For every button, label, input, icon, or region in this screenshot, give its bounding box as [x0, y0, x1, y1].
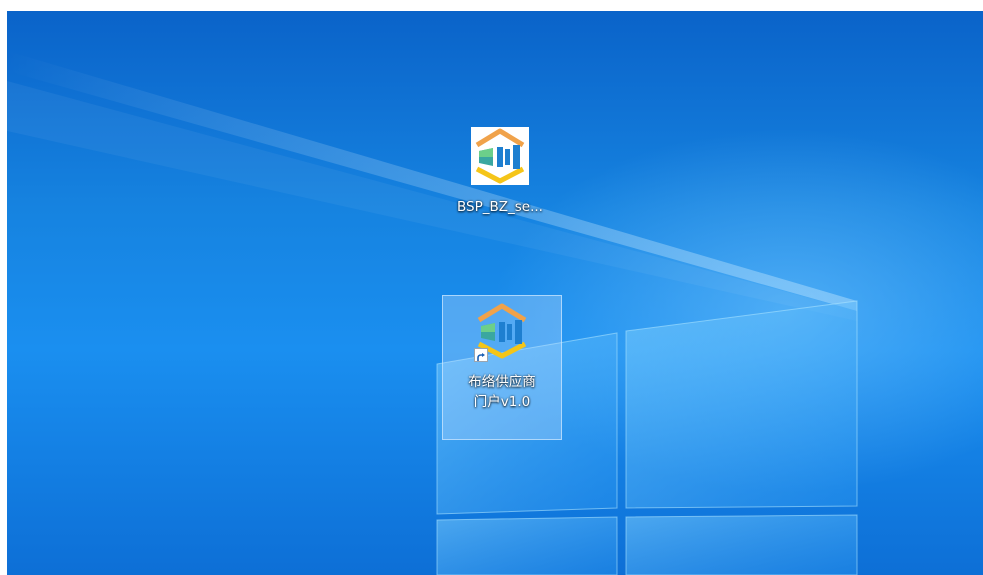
app-logo-icon [471, 127, 529, 185]
screenshot-frame: BSP_BZ_se... 布络供应商 门户v1.0 [0, 0, 983, 575]
light-ray [7, 81, 857, 321]
desktop-icon-label: BSP_BZ_se... [457, 199, 543, 215]
light-ray [7, 51, 857, 311]
window-pane-top-right [625, 300, 858, 509]
app-logo-icon [473, 302, 531, 362]
window-pane-bottom-left [436, 516, 618, 575]
shortcut-arrow-icon [474, 348, 488, 362]
desktop-icon-supplier-portal-shortcut[interactable]: 布络供应商 门户v1.0 [442, 295, 562, 440]
desktop-icon-label-line-2: 门户v1.0 [473, 394, 531, 410]
desktop-icon-label: 布络供应商 门户v1.0 [468, 372, 536, 412]
wallpaper [7, 51, 858, 575]
window-pane-bottom-right [625, 514, 858, 575]
desktop-icon-bsp-exe[interactable]: BSP_BZ_se... [441, 123, 559, 243]
desktop[interactable]: BSP_BZ_se... 布络供应商 门户v1.0 [7, 11, 983, 575]
desktop-icon-label-line-1: 布络供应商 [468, 374, 536, 390]
